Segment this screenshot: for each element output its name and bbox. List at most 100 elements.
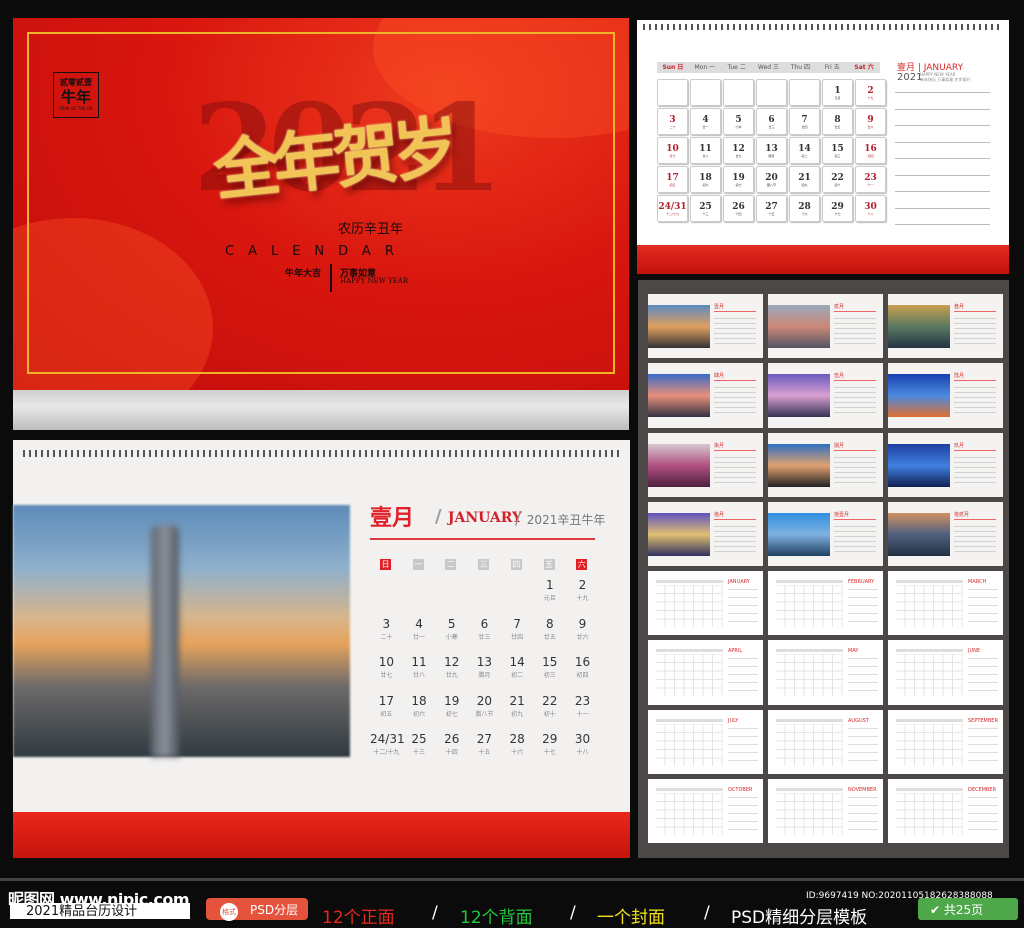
thumbnail-note-lines: [728, 725, 758, 768]
lunar-label: 初四: [867, 154, 874, 158]
thumbnail-rule: [954, 449, 996, 451]
lunar-label: 二十: [380, 633, 393, 641]
thumbnail-front: 叁月: [888, 294, 1003, 359]
date-number: 8: [545, 616, 554, 631]
thumbnail-month: 捌月: [834, 442, 845, 449]
lunar-label: 初十: [834, 183, 841, 187]
date-cell: 9 廿六: [566, 617, 599, 656]
thumbnail-header: [656, 649, 723, 653]
date-cell: 10 廿七: [657, 137, 688, 164]
date-number: 16: [574, 655, 591, 669]
lunar-label: 初十: [543, 710, 556, 718]
date-cell: 15 初三: [533, 655, 566, 694]
thumbnail-month: 叁月: [954, 304, 965, 310]
weekday-label: 日: [380, 559, 391, 570]
date-number: 6: [480, 616, 489, 631]
lunar-label: 十五: [478, 749, 491, 756]
lunar-label: 十二/十九: [665, 212, 679, 216]
lunar-label: 腊月: [768, 154, 775, 158]
lunar-label: 廿七: [380, 672, 393, 679]
thumbnail-header: [776, 649, 843, 653]
date-number: 12: [444, 655, 460, 669]
weekday-label: 五: [543, 559, 555, 570]
date-number: 13: [476, 655, 493, 669]
date-cell: [657, 79, 688, 106]
thumbnail-photo: [888, 305, 950, 348]
date-cell: 3 二十: [370, 617, 403, 656]
thumbnail-photo: [888, 443, 950, 487]
thumbnail-front: 玖月: [888, 432, 1003, 497]
lunar-label: 二十: [669, 125, 676, 129]
lunar-label: 廿一: [413, 633, 426, 641]
lunar-label: 初二: [511, 672, 524, 679]
thumbnail-rule: [834, 518, 876, 520]
note-line: [895, 92, 990, 93]
thumbnail-month: SEPTEMBER: [968, 717, 998, 724]
lunar-label: 十四: [445, 749, 458, 756]
date-number: 10: [666, 144, 679, 154]
thumbnail-rule: [714, 380, 756, 381]
thumbnail-note-lines: [968, 725, 998, 768]
lunar-label: 初六: [413, 710, 426, 718]
thumbnail-front: 肆月: [648, 363, 763, 428]
date-cell: 19 初七: [435, 694, 468, 733]
cover-page: 贰零贰壹 牛年 YEAR OF THE OX 2021 全年贺岁 农历辛丑年 C…: [13, 18, 629, 390]
year-stamp: 贰零贰壹 牛年 YEAR OF THE OX: [53, 72, 99, 118]
thumbnail-note-lines: [968, 656, 998, 699]
lunar-label: 十一: [867, 183, 874, 187]
lunar-label: 十五: [768, 212, 775, 216]
date-number: 9: [578, 616, 587, 631]
date-grid: 1 元旦 2 十九 3 二十 4 廿一 5 小寒 6 廿三 7 廿四 8 廿五 9 廿六 10 廿七 11 廿八 12 廿九 1…: [657, 79, 886, 222]
thumbnail-back: SEPTEMBER: [888, 709, 1003, 775]
lunar-label: 十一: [576, 710, 589, 718]
date-number: 27: [765, 202, 778, 212]
thumbnail-note-lines: [728, 587, 758, 630]
thumbnail-photo: [768, 305, 830, 348]
date-number: 20: [476, 693, 493, 708]
date-number: 30: [574, 732, 591, 746]
thumbnail-header: [776, 580, 843, 584]
lunar-label: 初五: [669, 183, 676, 187]
page-count: 共25页: [943, 903, 984, 917]
thumbnail-month: 壹月: [714, 304, 725, 310]
lunar-label: 十八: [867, 212, 874, 216]
date-cell: 22 初十: [533, 694, 566, 733]
date-cell: 18 初六: [690, 166, 721, 193]
date-number: 26: [732, 202, 745, 212]
blessing: 新年快乐 万事如意 步步高升: [920, 77, 971, 82]
stand-base: [13, 812, 630, 858]
binding-rings: [643, 24, 1003, 30]
date-cell: 1 元旦: [533, 578, 566, 617]
thumbnail-rule: [714, 449, 756, 451]
date-number: 23: [574, 693, 591, 708]
thumbnail-back: OCTOBER: [648, 779, 763, 844]
thumbnail-photo: [648, 512, 710, 556]
lunar-label: 十六: [801, 212, 808, 216]
date-cell: 13 腊月: [756, 137, 787, 164]
date-cell: 28 十六: [501, 732, 534, 771]
thumbnail-dates: [714, 314, 756, 348]
date-number: 22: [542, 693, 558, 708]
lunar-label: 廿九: [445, 672, 458, 679]
lunar-label: 腊八节: [766, 183, 776, 187]
stamp-top: 贰零贰壹: [60, 78, 92, 87]
date-cell: 20 腊八节: [756, 166, 787, 193]
thumbnail-dates: [954, 314, 996, 348]
feature-cover: 一个封面: [597, 908, 665, 928]
date-cell: 2 十九: [566, 578, 599, 617]
date-number: 30: [864, 202, 877, 212]
thumbnail-grid-lines: [776, 723, 843, 766]
date-number: 18: [411, 693, 427, 708]
stamp-main: 牛年: [60, 88, 91, 106]
thumbnail-header: [896, 788, 963, 792]
date-number: 7: [801, 115, 808, 125]
thumbnail-dates: [714, 452, 756, 487]
date-cell: 17 初五: [657, 166, 688, 193]
date-cell: 24/31 十二/十九: [370, 732, 405, 771]
date-cell: 21 初九: [501, 694, 534, 733]
date-cell: 27 十五: [468, 732, 501, 771]
date-number: 10: [378, 655, 394, 669]
date-number: 29: [831, 202, 844, 212]
thumbnail-grid-lines: [896, 793, 963, 836]
thumbnail-grid-lines: [656, 723, 723, 766]
